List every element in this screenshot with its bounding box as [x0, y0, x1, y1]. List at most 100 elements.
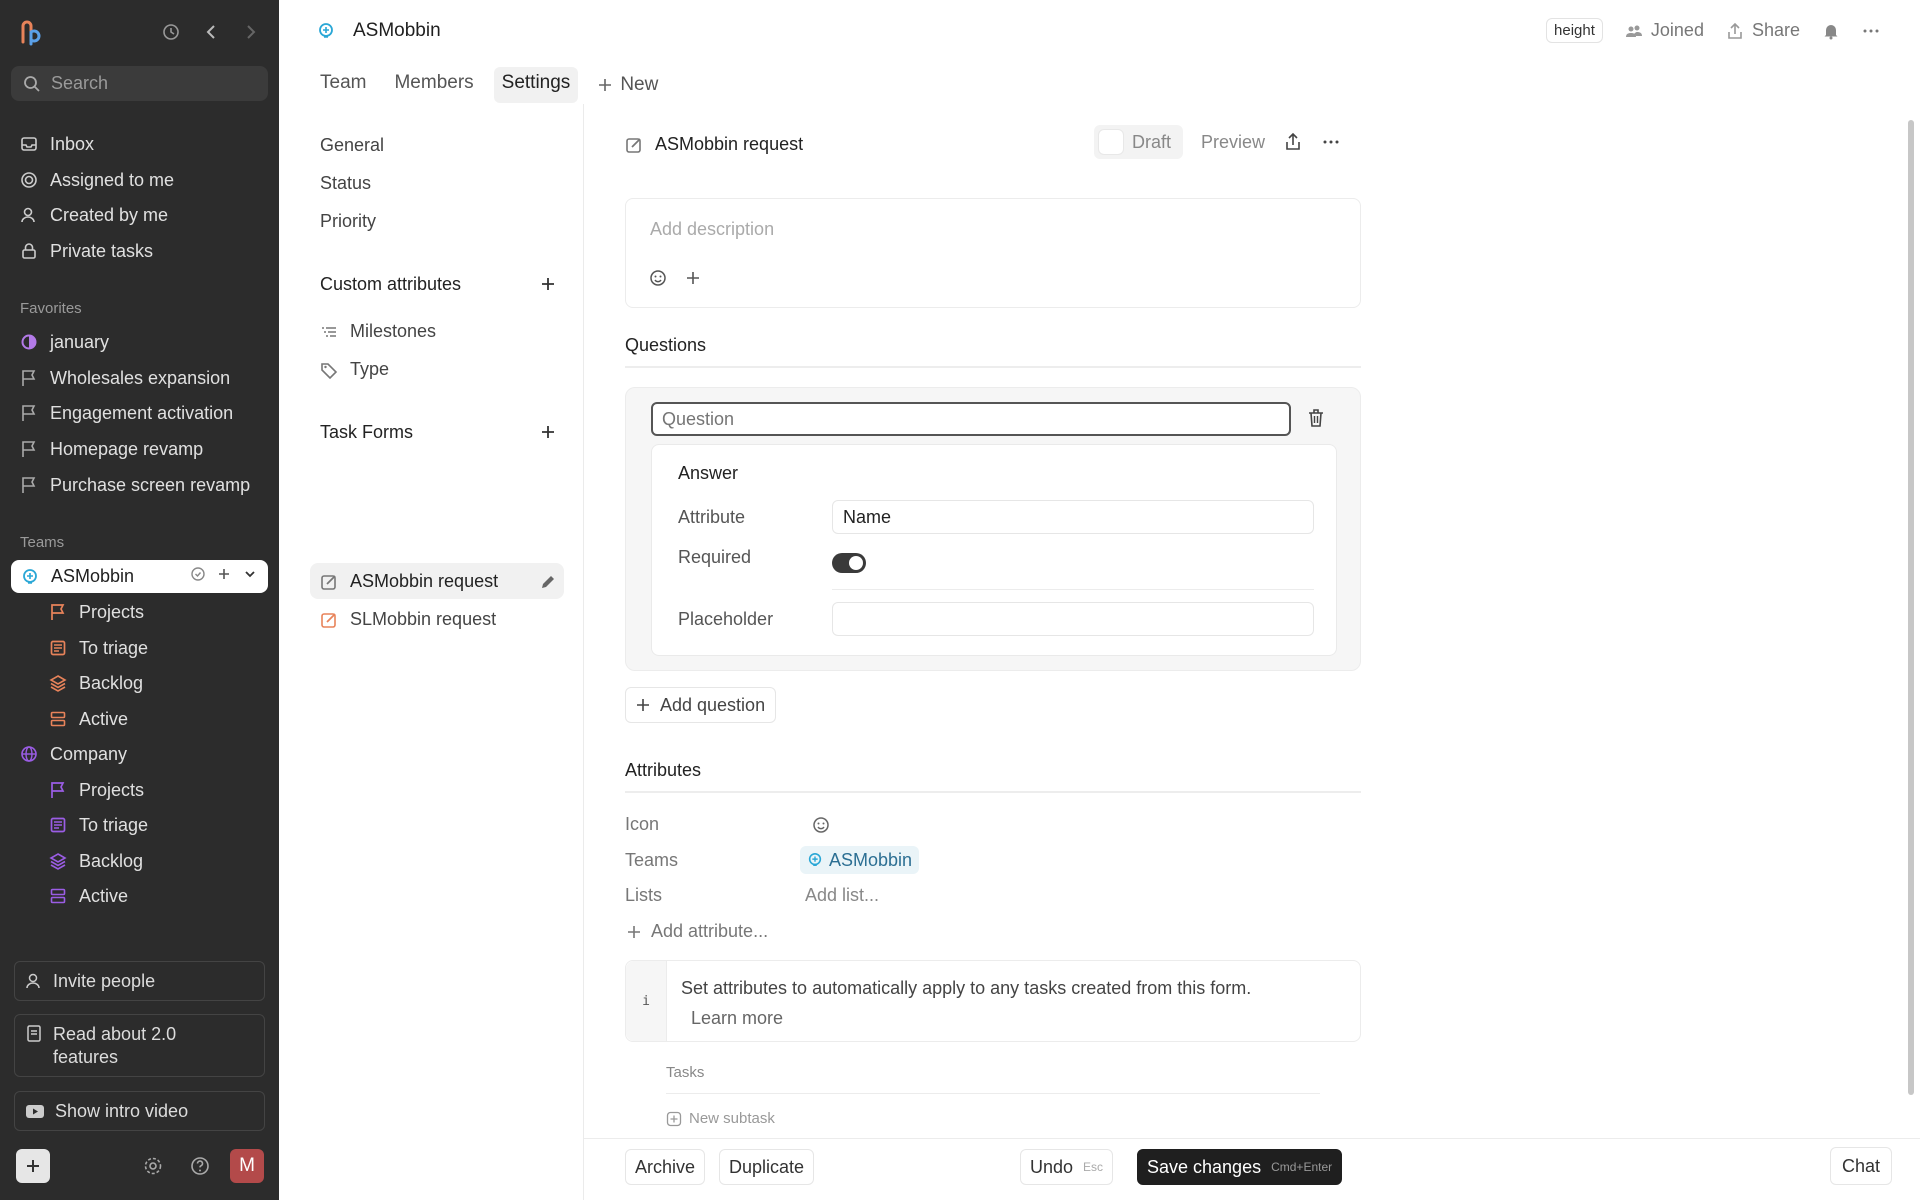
- team2-subitem-backlog[interactable]: Backlog: [49, 846, 143, 876]
- tab-new[interactable]: New: [590, 67, 666, 103]
- history-icon[interactable]: [159, 20, 183, 44]
- required-toggle[interactable]: [832, 553, 866, 573]
- flag-icon: [22, 441, 36, 457]
- chat-button[interactable]: Chat: [1829, 1147, 1892, 1185]
- plus-icon[interactable]: [216, 566, 232, 582]
- share-button[interactable]: Share: [1726, 20, 1800, 41]
- create-button[interactable]: [16, 1149, 50, 1183]
- settings-item-general[interactable]: General: [320, 135, 384, 156]
- read-about-button[interactable]: Read about 2.0 features: [14, 1014, 265, 1077]
- new-tab-label: New: [620, 74, 659, 95]
- help-icon[interactable]: [189, 1155, 211, 1177]
- attribute-label: Type: [350, 359, 390, 379]
- team2-subitem-projects[interactable]: Projects: [49, 775, 144, 805]
- form-title-text[interactable]: ASMobbin request: [655, 134, 803, 155]
- archive-button[interactable]: Archive: [625, 1149, 706, 1185]
- joined-button[interactable]: Joined: [1625, 20, 1704, 41]
- settings-item-priority[interactable]: Priority: [320, 211, 376, 232]
- tab-settings[interactable]: Settings: [493, 67, 579, 103]
- learn-more-link[interactable]: Learn more: [681, 1003, 1251, 1033]
- share-icon[interactable]: [1283, 132, 1303, 152]
- add-attribute-button[interactable]: Add attribute...: [627, 921, 768, 942]
- team-subitem-backlog[interactable]: Backlog: [49, 668, 143, 698]
- add-list-button[interactable]: Add list...: [805, 885, 879, 906]
- gear-icon[interactable]: [142, 1155, 164, 1177]
- placeholder-label: Placeholder: [678, 609, 774, 629]
- sidebar-item-created[interactable]: Created by me: [20, 200, 168, 230]
- sidebar-item-inbox[interactable]: Inbox: [20, 129, 94, 159]
- placeholder-input[interactable]: [832, 602, 1314, 636]
- team-item-company[interactable]: Company: [20, 739, 127, 769]
- favorite-item-engagement[interactable]: Engagement activation: [20, 398, 233, 428]
- search-placeholder: Search: [51, 73, 109, 93]
- add-question-button[interactable]: Add question: [625, 687, 777, 723]
- team-subitem-label: Projects: [79, 601, 145, 622]
- tab-members[interactable]: Members: [386, 67, 481, 103]
- sidebar-item-private[interactable]: Private tasks: [20, 236, 153, 266]
- team-chip[interactable]: ASMobbin: [800, 846, 920, 874]
- answer-title: Answer: [678, 463, 739, 483]
- globe-icon: [21, 746, 37, 762]
- more-icon[interactable]: [1862, 22, 1880, 40]
- add-form-icon[interactable]: [539, 423, 557, 441]
- add-attribute-icon[interactable]: [539, 275, 557, 293]
- circle-icon: [21, 334, 37, 350]
- favorite-item-wholesales[interactable]: Wholesales expansion: [20, 363, 230, 393]
- top-bar: ASMobbin height Joined Share: [279, 0, 1920, 64]
- team-name: Company: [50, 743, 128, 764]
- team2-subitem-to-triage[interactable]: To triage: [49, 810, 148, 840]
- required-label: Required: [678, 547, 752, 567]
- emoji-icon[interactable]: [812, 816, 830, 834]
- undo-button[interactable]: Undo Esc: [1020, 1149, 1114, 1185]
- favorite-item-homepage[interactable]: Homepage revamp: [20, 434, 203, 464]
- team-subitem-active[interactable]: Active: [49, 704, 128, 734]
- plus-icon[interactable]: [685, 269, 701, 287]
- sidebar-bottom: M: [16, 1148, 266, 1184]
- pencil-icon[interactable]: [539, 573, 557, 591]
- app-logo-icon[interactable]: [19, 20, 45, 46]
- undo-label: Undo: [1030, 1156, 1074, 1177]
- back-arrow-icon[interactable]: [199, 20, 223, 44]
- form-title: ASMobbin request: [625, 134, 803, 155]
- team-subitem-to-triage[interactable]: To triage: [49, 633, 148, 663]
- height-badge[interactable]: height: [1546, 18, 1603, 43]
- favorite-item-purchase[interactable]: Purchase screen revamp: [20, 470, 250, 500]
- check-circle-icon[interactable]: [190, 566, 206, 582]
- attribute-select[interactable]: Name: [832, 500, 1314, 534]
- new-subtask-button[interactable]: New subtask: [666, 1110, 775, 1127]
- form-item-slmobbin[interactable]: SLMobbin request: [320, 609, 496, 630]
- attribute-item-type[interactable]: Type: [320, 359, 389, 380]
- form-item-asmobbin-content[interactable]: ASMobbin request: [320, 571, 498, 592]
- attribute-item-milestones[interactable]: Milestones: [320, 321, 436, 342]
- favorite-label: january: [50, 331, 110, 352]
- more-icon[interactable]: [1321, 132, 1341, 152]
- team-item-asmobbin[interactable]: ASMobbin: [11, 560, 268, 593]
- bell-icon[interactable]: [1822, 22, 1840, 40]
- invite-people-button[interactable]: Invite people: [14, 961, 265, 1001]
- forward-arrow-icon[interactable]: [239, 20, 263, 44]
- description-editor[interactable]: Add description: [625, 198, 1361, 308]
- intro-video-button[interactable]: Show intro video: [14, 1091, 265, 1131]
- sidebar-item-assigned[interactable]: Assigned to me: [20, 165, 174, 195]
- trash-icon[interactable]: [1307, 408, 1325, 428]
- lists-label: Lists: [625, 885, 663, 905]
- team-subitem-projects[interactable]: Projects: [49, 597, 144, 627]
- avatar[interactable]: M: [230, 1149, 264, 1183]
- save-changes-button[interactable]: Save changes Cmd+Enter: [1137, 1149, 1343, 1185]
- draft-toggle[interactable]: Draft: [1094, 125, 1184, 159]
- sidebar-item-label: Inbox: [50, 133, 95, 154]
- emoji-icon[interactable]: [649, 269, 667, 287]
- favorite-item-january[interactable]: january: [20, 327, 109, 357]
- question-input[interactable]: [651, 402, 1291, 436]
- preview-button[interactable]: Preview: [1201, 132, 1265, 153]
- search-box[interactable]: Search: [11, 66, 268, 101]
- settings-item-status[interactable]: Status: [320, 173, 371, 194]
- chevron-down-icon[interactable]: [242, 566, 258, 582]
- brain-icon: [319, 23, 333, 38]
- attributes-heading: Attributes: [625, 760, 1361, 793]
- scrollbar[interactable]: [1908, 120, 1914, 1095]
- team2-subitem-active[interactable]: Active: [49, 881, 128, 911]
- tab-team[interactable]: Team: [312, 67, 374, 103]
- favorite-label: Purchase screen revamp: [50, 474, 251, 495]
- duplicate-button[interactable]: Duplicate: [719, 1149, 815, 1185]
